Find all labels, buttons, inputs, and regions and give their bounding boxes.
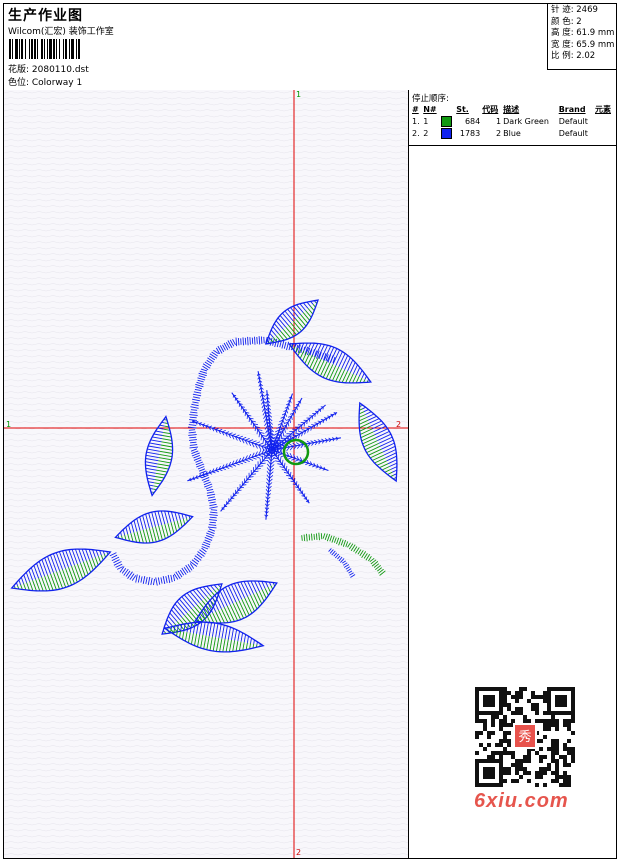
design-file-label: 花版: 2080110.dst [8,65,89,75]
col-header-code: 代码 [482,105,499,114]
stitch-count: 针 迹: 2469 [551,5,598,15]
col-header-element: 元素 [595,105,611,114]
company-name: Wilcom(汇宏) 装饰工作室 [8,27,114,37]
embroidery-design [4,90,408,858]
design-stats: 针 迹: 2469 颜 色: 2 高 度: 61.9 mm 宽 度: 65.9 … [547,4,616,70]
colorway-label: 色位: Colorway 1 [8,78,83,88]
color-swatch [441,115,453,127]
qr-code: 秀 [469,681,581,793]
axis-marker-bottom: 2 [296,848,302,857]
col-header-stitches: St. [456,105,469,114]
header: 生产作业图 Wilcom(汇宏) 装饰工作室 花版: 2080110.dst 色… [4,4,616,91]
col-header-num: # [412,105,419,114]
table-row: 2. 2 1783 2 Blue Default [412,127,588,139]
design-scale: 比 例: 2.02 [551,51,596,61]
watermark-logo: 6xiu.com [474,790,569,812]
embroidery-canvas: 1 1 2 2 [4,90,409,858]
panel-divider [409,145,616,146]
design-width: 宽 度: 65.9 mm [551,39,615,50]
color-sequence-table: # N# St. 代码 描述 Brand 元素 1. 1 684 1 Dark … [411,104,615,139]
qr-center-logo: 秀 [518,730,531,745]
col-header-brand: Brand [558,105,586,114]
col-header-desc: 描述 [503,105,520,114]
axis-marker-right: 2 [396,420,402,429]
design-height: 高 度: 61.9 mm [551,28,615,38]
barcode [9,39,144,59]
page-title: 生产作业图 [8,8,83,24]
col-header-n: N# [423,105,437,114]
table-row: 1. 1 684 1 Dark Green Default [412,115,588,127]
color-swatch [441,127,453,139]
col-header-swatch [440,104,455,115]
stop-sequence-title: 停止顺序: [412,94,449,104]
color-count: 颜 色: 2 [551,16,582,27]
axis-marker-left: 1 [6,420,12,429]
axis-marker-top: 1 [296,90,302,99]
